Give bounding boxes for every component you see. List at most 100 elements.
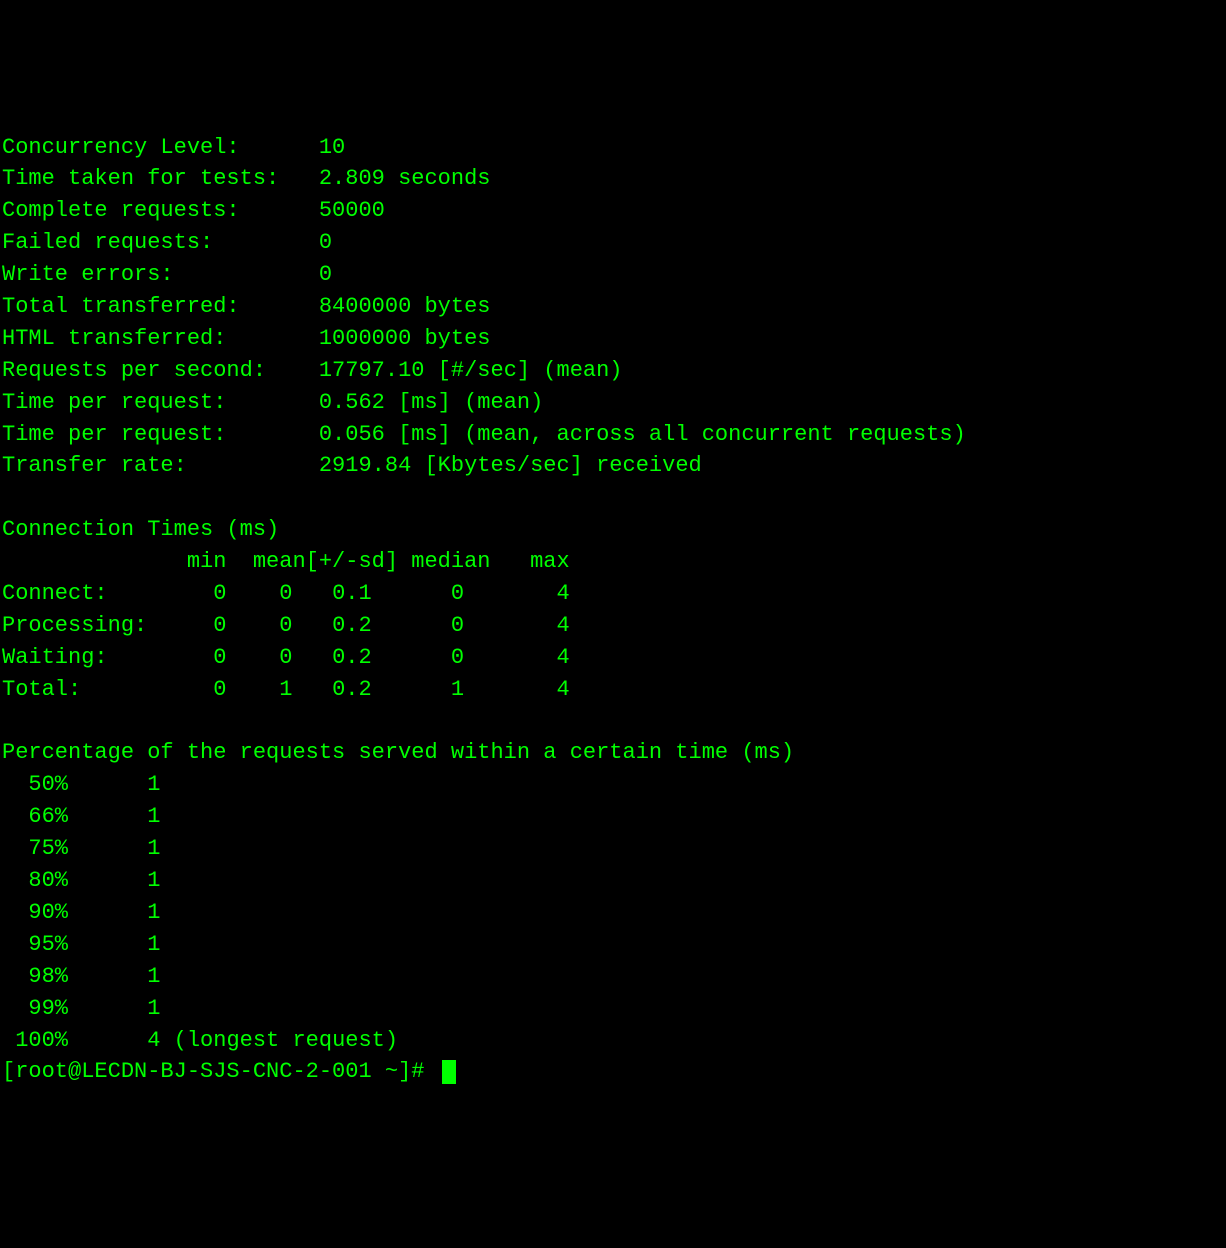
pct-value: 4 <box>68 1028 160 1053</box>
pct-value: 1 <box>68 836 160 861</box>
percentile-row: 50% 1 <box>2 769 1224 801</box>
stat-line: Time taken for tests: 2.809 seconds <box>2 163 1224 195</box>
percentile-row: 80% 1 <box>2 865 1224 897</box>
percentiles-title: Percentage of the requests served within… <box>2 740 794 765</box>
pct-label: 50% <box>2 772 68 797</box>
stat-value: 0.562 [ms] (mean) <box>319 390 543 415</box>
conn-max: 4 <box>464 677 570 702</box>
pct-label: 99% <box>2 996 68 1021</box>
pct-extra: (longest request) <box>160 1028 398 1053</box>
conn-median: 1 <box>372 677 464 702</box>
conn-mean: 0 <box>226 645 292 670</box>
conn-label: Connect: <box>2 581 160 606</box>
stat-label: Time per request: <box>2 422 319 447</box>
stat-label: Concurrency Level: <box>2 135 319 160</box>
stat-label: Failed requests: <box>2 230 319 255</box>
stat-label: HTML transferred: <box>2 326 319 351</box>
stat-label: Requests per second: <box>2 358 319 383</box>
pct-label: 75% <box>2 836 68 861</box>
conn-label: Total: <box>2 677 160 702</box>
pct-label: 66% <box>2 804 68 829</box>
section-title: Connection Times (ms) <box>2 514 1224 546</box>
connection-row: Total: 0 1 0.2 1 4 <box>2 674 1224 706</box>
stat-value: 2.809 seconds <box>319 166 491 191</box>
stat-line: Total transferred: 8400000 bytes <box>2 291 1224 323</box>
blank-line <box>2 482 1224 514</box>
conn-sd: 0.2 <box>292 645 371 670</box>
connection-row: Connect: 0 0 0.1 0 4 <box>2 578 1224 610</box>
pct-label: 98% <box>2 964 68 989</box>
pct-value: 1 <box>68 996 160 1021</box>
conn-min: 0 <box>160 645 226 670</box>
percentile-row: 99% 1 <box>2 993 1224 1025</box>
stat-line: Transfer rate: 2919.84 [Kbytes/sec] rece… <box>2 450 1224 482</box>
pct-value: 1 <box>68 900 160 925</box>
stat-value: 2919.84 [Kbytes/sec] received <box>319 453 702 478</box>
conn-mean: 0 <box>226 581 292 606</box>
conn-sd: 0.2 <box>292 677 371 702</box>
stat-line: Time per request: 0.056 [ms] (mean, acro… <box>2 419 1224 451</box>
section-title: Percentage of the requests served within… <box>2 737 1224 769</box>
percentile-row: 98% 1 <box>2 961 1224 993</box>
stat-value: 0.056 [ms] (mean, across all concurrent … <box>319 422 966 447</box>
pct-label: 90% <box>2 900 68 925</box>
stat-label: Complete requests: <box>2 198 319 223</box>
stat-line: Time per request: 0.562 [ms] (mean) <box>2 387 1224 419</box>
conn-max: 4 <box>464 581 570 606</box>
conn-mean: 1 <box>226 677 292 702</box>
conn-mean: 0 <box>226 613 292 638</box>
stat-label: Time per request: <box>2 390 319 415</box>
connection-times-header: min mean[+/-sd] median max <box>2 549 570 574</box>
pct-label: 95% <box>2 932 68 957</box>
stat-value: 10 <box>319 135 345 160</box>
stat-line: Complete requests: 50000 <box>2 195 1224 227</box>
stat-line: Requests per second: 17797.10 [#/sec] (m… <box>2 355 1224 387</box>
pct-value: 1 <box>68 932 160 957</box>
pct-value: 1 <box>68 804 160 829</box>
conn-max: 4 <box>464 613 570 638</box>
terminal-output[interactable]: Concurrency Level: 10Time taken for test… <box>2 132 1224 1089</box>
conn-min: 0 <box>160 613 226 638</box>
pct-value: 1 <box>68 964 160 989</box>
pct-value: 1 <box>68 772 160 797</box>
stat-line: Concurrency Level: 10 <box>2 132 1224 164</box>
stat-label: Total transferred: <box>2 294 319 319</box>
shell-prompt[interactable]: [root@LECDN-BJ-SJS-CNC-2-001 ~]# <box>2 1059 438 1084</box>
stat-label: Time taken for tests: <box>2 166 319 191</box>
stat-value: 1000000 bytes <box>319 326 491 351</box>
conn-label: Waiting: <box>2 645 160 670</box>
stat-label: Transfer rate: <box>2 453 319 478</box>
percentile-row: 90% 1 <box>2 897 1224 929</box>
conn-max: 4 <box>464 645 570 670</box>
stat-label: Write errors: <box>2 262 319 287</box>
percentile-row: 66% 1 <box>2 801 1224 833</box>
table-header: min mean[+/-sd] median max <box>2 546 1224 578</box>
stat-line: Write errors: 0 <box>2 259 1224 291</box>
connection-row: Waiting: 0 0 0.2 0 4 <box>2 642 1224 674</box>
conn-median: 0 <box>372 581 464 606</box>
stat-value: 8400000 bytes <box>319 294 491 319</box>
conn-min: 0 <box>160 581 226 606</box>
conn-min: 0 <box>160 677 226 702</box>
blank-line <box>2 706 1224 738</box>
stat-value: 0 <box>319 230 332 255</box>
stat-value: 0 <box>319 262 332 287</box>
percentile-row: 95% 1 <box>2 929 1224 961</box>
pct-label: 100% <box>2 1028 68 1053</box>
shell-prompt-line[interactable]: [root@LECDN-BJ-SJS-CNC-2-001 ~]# <box>2 1056 1224 1088</box>
conn-sd: 0.1 <box>292 581 371 606</box>
stat-line: Failed requests: 0 <box>2 227 1224 259</box>
conn-median: 0 <box>372 613 464 638</box>
stat-line: HTML transferred: 1000000 bytes <box>2 323 1224 355</box>
pct-label: 80% <box>2 868 68 893</box>
cursor-icon <box>442 1060 456 1084</box>
connection-row: Processing: 0 0 0.2 0 4 <box>2 610 1224 642</box>
stat-value: 50000 <box>319 198 385 223</box>
conn-label: Processing: <box>2 613 160 638</box>
connection-times-title: Connection Times (ms) <box>2 517 279 542</box>
conn-median: 0 <box>372 645 464 670</box>
pct-value: 1 <box>68 868 160 893</box>
stat-value: 17797.10 [#/sec] (mean) <box>319 358 623 383</box>
percentile-row: 100% 4 (longest request) <box>2 1025 1224 1057</box>
conn-sd: 0.2 <box>292 613 371 638</box>
